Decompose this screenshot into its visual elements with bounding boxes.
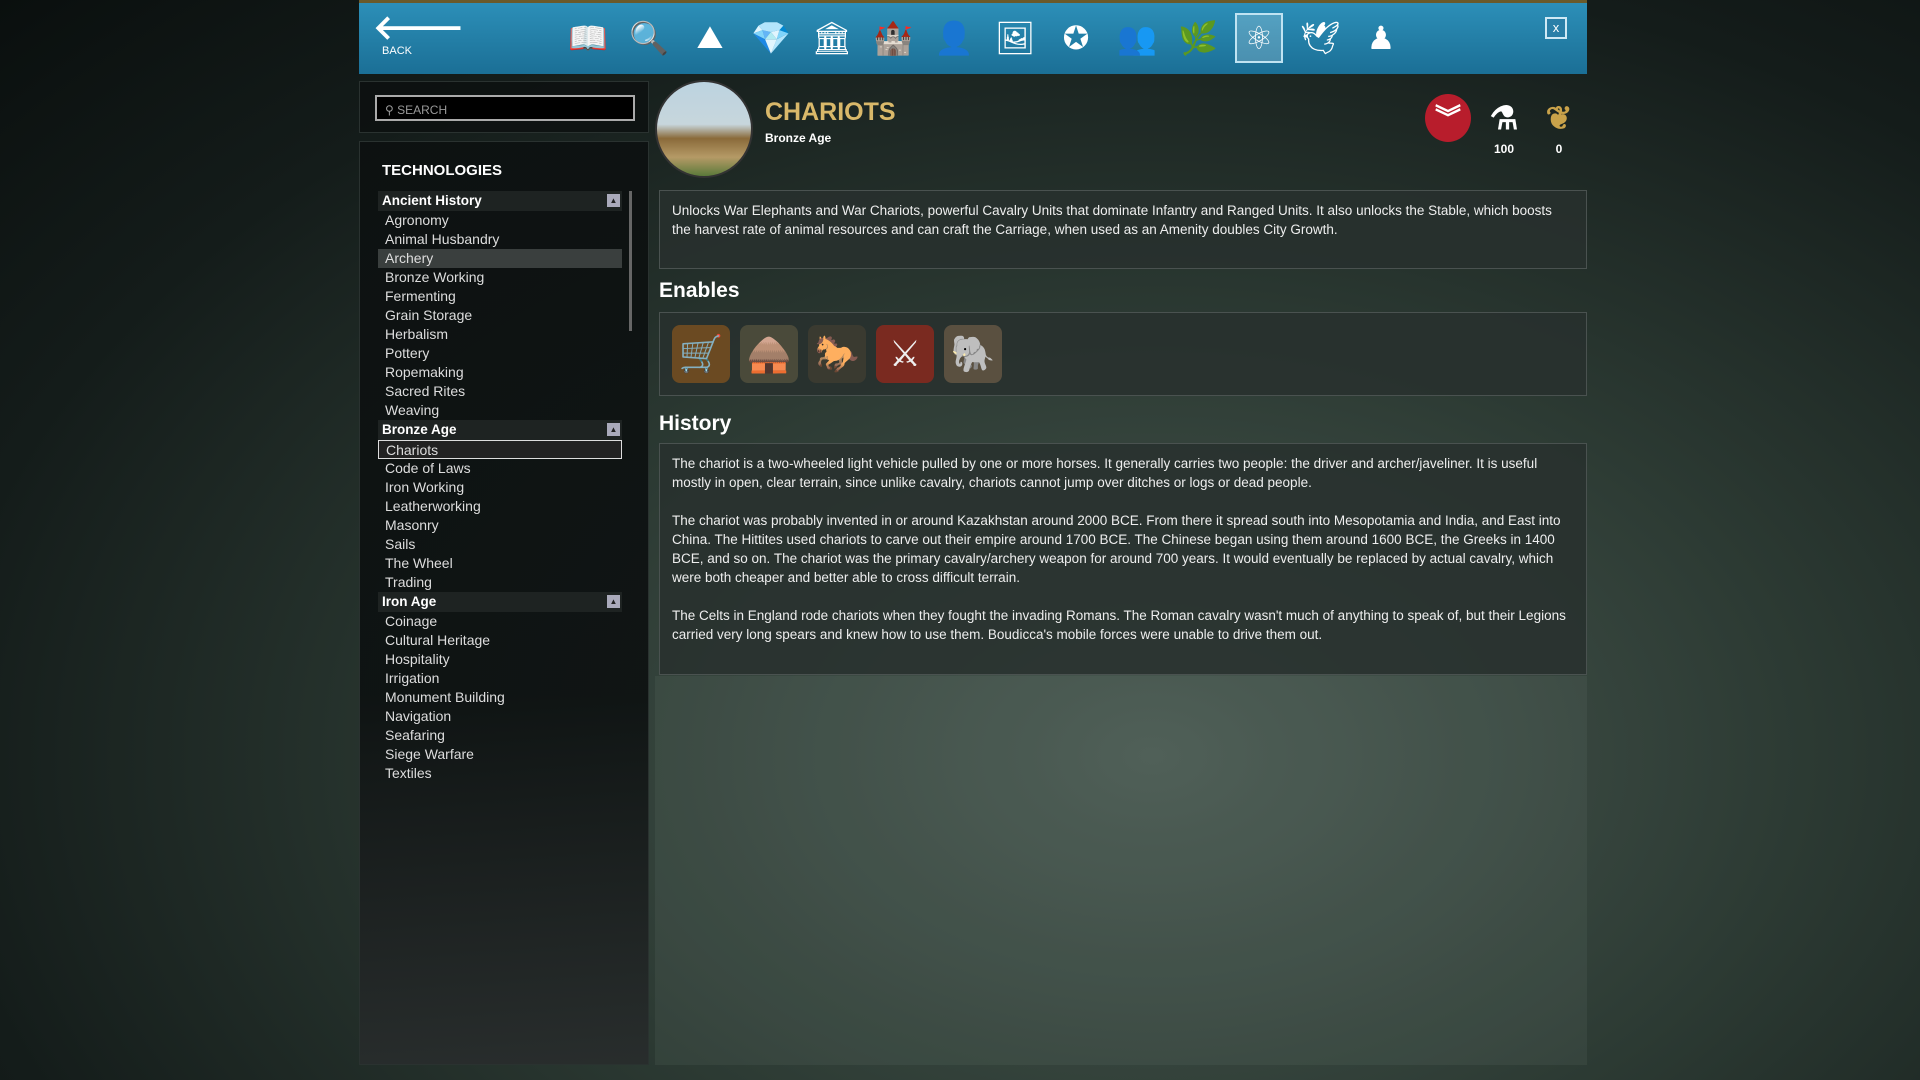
tech-item[interactable]: Siege Warfare [378, 745, 622, 764]
mountain-icon[interactable]: ⛰ [686, 13, 734, 63]
plants-icon[interactable]: 🌿 [1174, 13, 1222, 63]
tech-item[interactable]: Monument Building [378, 688, 622, 707]
castle-icon[interactable]: 🏰 [869, 13, 917, 63]
search-input[interactable]: ⚲ SEARCH [375, 95, 635, 121]
top-navigation-bar: 🡐 BACK 📖 🔍 ⛰ 💎 🏛 🏰 👤 🖼 ✪ 👥 🌿 ⚛ 🕊 ♟ x [359, 0, 1587, 74]
chariots-portrait [655, 80, 753, 178]
back-button[interactable]: 🡐 BACK [373, 9, 465, 57]
tech-item[interactable]: Iron Working [378, 478, 622, 497]
science-cost: ⚗ 100 [1481, 94, 1527, 156]
horse-icon[interactable]: 🐎 [808, 325, 866, 383]
atom-icon[interactable]: ⚛ [1235, 13, 1283, 63]
category-header[interactable]: Iron Age ▲ [378, 592, 622, 612]
detail-panel: CHARIOTS Bronze Age ︾ ⚗ 100 ❦ 0 Unlocks Wa… [655, 76, 1587, 1065]
government-building-icon[interactable]: 🏛 [808, 13, 856, 63]
war-elephant-icon[interactable]: 🐘 [944, 325, 1002, 383]
enables-heading: Enables [659, 279, 740, 302]
laurel-icon: ❦ [1545, 100, 1573, 136]
enables-box: 🛒 🛖 🐎 ⚔ 🐘 [659, 312, 1587, 396]
description-text: Unlocks War Elephants and War Chariots, … [672, 203, 1552, 237]
close-button[interactable]: x [1545, 17, 1567, 39]
military-chevron-icon: ︾ [1425, 94, 1471, 142]
tech-item[interactable]: Sails [378, 535, 622, 554]
tech-item[interactable]: Code of Laws [378, 459, 622, 478]
laurel-count: 0 [1555, 142, 1563, 156]
category-icons: 📖 🔍 ⛰ 💎 🏛 🏰 👤 🖼 ✪ 👥 🌿 ⚛ 🕊 ♟ [564, 13, 1405, 63]
search-panel: ⚲ SEARCH [359, 81, 649, 133]
military-badge: ︾ [1425, 94, 1471, 142]
history-paragraph: The chariot is a two-wheeled light vehic… [672, 456, 1538, 490]
scrollbar[interactable] [629, 191, 632, 331]
category-name: Ancient History [382, 193, 482, 208]
tech-era: Bronze Age [765, 131, 832, 145]
tech-item[interactable]: Archery [378, 249, 622, 268]
stable-icon[interactable]: 🛖 [740, 325, 798, 383]
back-arrow-icon: 🡐 [373, 9, 465, 47]
history-paragraph: The Celts in England rode chariots when … [672, 608, 1566, 642]
book-icon[interactable]: 📖 [564, 13, 612, 63]
flask-icon: ⚗ [1489, 100, 1519, 136]
tech-item[interactable]: Chariots [378, 440, 622, 459]
cost-value: 100 [1493, 142, 1515, 156]
tech-title: CHARIOTS [765, 98, 896, 126]
category-header[interactable]: Ancient History ▲ [378, 191, 622, 211]
tech-item[interactable]: Agronomy [378, 211, 622, 230]
tech-item[interactable]: Trading [378, 573, 622, 592]
technologies-title: TECHNOLOGIES [382, 162, 503, 179]
pawn-icon[interactable]: ♟ [1357, 13, 1405, 63]
category-header[interactable]: Bronze Age ▲ [378, 420, 622, 440]
tech-item[interactable]: Ropemaking [378, 363, 622, 382]
tech-item[interactable]: Masonry [378, 516, 622, 535]
gem-icon[interactable]: 💎 [747, 13, 795, 63]
tech-item[interactable]: Seafaring [378, 726, 622, 745]
tech-item[interactable]: Leatherworking [378, 497, 622, 516]
tech-item[interactable]: Textiles [378, 764, 622, 783]
tech-item[interactable]: Coinage [378, 612, 622, 631]
technologies-panel: TECHNOLOGIES Ancient History ▲ Agronomy Ani… [359, 141, 649, 1065]
tech-item[interactable]: Irrigation [378, 669, 622, 688]
tech-item[interactable]: Sacred Rites [378, 382, 622, 401]
collapse-icon[interactable]: ▲ [607, 423, 620, 436]
magnifier-icon[interactable]: 🔍 [625, 13, 673, 63]
tech-item[interactable]: Animal Husbandry [378, 230, 622, 249]
tech-item[interactable]: Fermenting [378, 287, 622, 306]
collapse-icon[interactable]: ▲ [607, 194, 620, 207]
people-icon[interactable]: 👥 [1113, 13, 1161, 63]
tech-item[interactable]: Navigation [378, 707, 622, 726]
search-placeholder: SEARCH [397, 103, 448, 117]
tech-item[interactable]: Weaving [378, 401, 622, 420]
history-paragraph: The chariot was probably invented in or … [672, 513, 1561, 585]
tech-item[interactable]: Hospitality [378, 650, 622, 669]
war-chariot-icon[interactable]: ⚔ [876, 325, 934, 383]
star-icon[interactable]: ✪ [1052, 13, 1100, 63]
tech-item[interactable]: The Wheel [378, 554, 622, 573]
tech-item[interactable]: Bronze Working [378, 268, 622, 287]
tech-item[interactable]: Pottery [378, 344, 622, 363]
tech-item[interactable]: Cultural Heritage [378, 631, 622, 650]
history-box: The chariot is a two-wheeled light vehic… [659, 443, 1587, 675]
collapse-icon[interactable]: ▲ [607, 595, 620, 608]
history-heading: History [659, 412, 732, 435]
carriage-icon[interactable]: 🛒 [672, 325, 730, 383]
leader-icon[interactable]: 👤 [930, 13, 978, 63]
technology-list: Ancient History ▲ Agronomy Animal Husbandry… [378, 191, 622, 783]
tech-item[interactable]: Herbalism [378, 325, 622, 344]
description-box: Unlocks War Elephants and War Chariots, … [659, 190, 1587, 269]
empty-area [655, 676, 1587, 1065]
category-name: Iron Age [382, 594, 437, 609]
dove-icon[interactable]: 🕊 [1296, 13, 1344, 63]
painting-icon[interactable]: 🖼 [991, 13, 1039, 63]
tech-item[interactable]: Grain Storage [378, 306, 622, 325]
laurel-value: ❦ 0 [1536, 94, 1582, 156]
category-name: Bronze Age [382, 422, 457, 437]
